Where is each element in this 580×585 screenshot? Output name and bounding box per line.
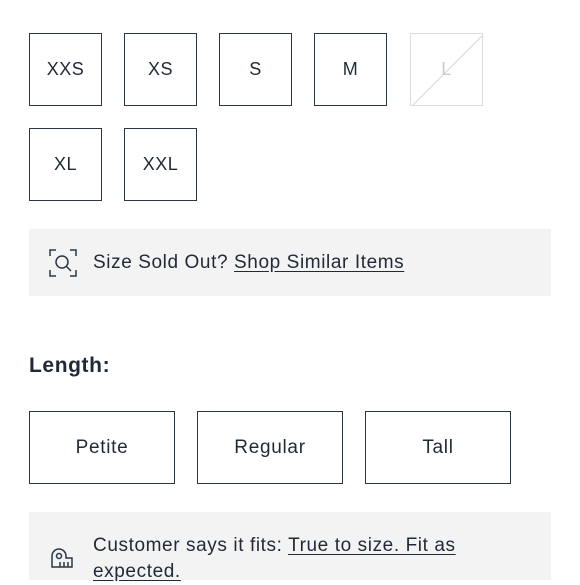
size-label: XS [147, 59, 173, 79]
tape-measure-icon [49, 546, 75, 572]
size-option-l-unavailable[interactable]: L [410, 33, 483, 106]
length-option-petite[interactable]: Petite [29, 411, 175, 484]
size-label: XXL [142, 154, 179, 174]
size-label: XL [53, 154, 78, 174]
size-label: L [441, 59, 452, 79]
fit-message: Customer says it fits: True to size. Fit… [93, 533, 513, 585]
size-option-xs[interactable]: XS [124, 33, 197, 106]
size-option-xxs[interactable]: XXS [29, 33, 102, 106]
length-label: Petite [75, 436, 129, 458]
sold-out-text: Size Sold Out? [93, 252, 229, 273]
sold-out-message: Size Sold Out? Shop Similar Items [93, 250, 404, 276]
length-option-regular[interactable]: Regular [197, 411, 343, 484]
size-option-m[interactable]: M [314, 33, 387, 106]
fit-text: Customer says it fits: [93, 535, 283, 556]
length-option-tall[interactable]: Tall [365, 411, 511, 484]
size-label: S [249, 59, 262, 79]
visual-search-icon [48, 248, 78, 278]
shop-similar-link[interactable]: Shop Similar Items [234, 252, 404, 273]
size-option-xl[interactable]: XL [29, 128, 102, 201]
length-label: Regular [234, 436, 306, 458]
size-option-s[interactable]: S [219, 33, 292, 106]
size-label: XXS [46, 59, 85, 79]
length-label: Tall [422, 436, 454, 458]
size-label: M [342, 59, 359, 79]
fit-link[interactable]: True to size. Fit as [288, 535, 456, 556]
length-heading: Length: [29, 354, 111, 377]
fit-link-continued[interactable]: expected. [93, 561, 181, 582]
sold-out-panel: Size Sold Out? Shop Similar Items [29, 229, 551, 296]
fit-panel: Customer says it fits: True to size. Fit… [29, 512, 551, 582]
size-option-xxl[interactable]: XXL [124, 128, 197, 201]
